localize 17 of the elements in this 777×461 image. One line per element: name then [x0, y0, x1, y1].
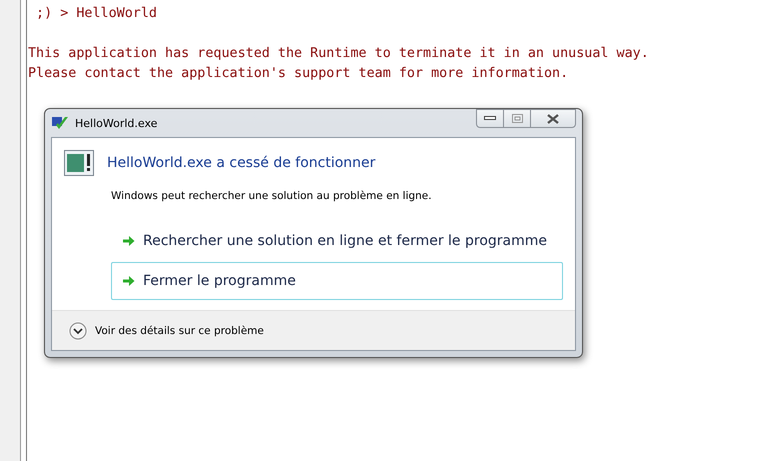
dialog-message: Windows peut rechercher une solution au problème en ligne. [111, 190, 433, 202]
app-icon [51, 115, 69, 131]
command-link[interactable]: Fermer le programme [111, 262, 563, 300]
command-link[interactable]: Rechercher une solution en ligne et fermer le programme [111, 222, 563, 260]
arrow-icon [122, 235, 135, 247]
program-window-icon [64, 150, 94, 176]
console-line: This application has requested the Runtime to terminate it in an unusual way. [28, 46, 649, 61]
close-icon [547, 114, 559, 124]
arrow-icon [122, 275, 135, 287]
maximize-icon [512, 114, 522, 123]
expand-chevron-icon[interactable] [69, 322, 87, 340]
console-line: Please contact the application's support team for more information. [28, 66, 568, 81]
dialog-heading: HelloWorld.exe a cessé de fonctionner [107, 155, 376, 171]
details-link[interactable]: Voir des détails sur ce problème [95, 324, 264, 336]
minimize-icon [484, 116, 496, 121]
console-line: ;) > HelloWorld [35, 6, 157, 21]
window-title: HelloWorld.exe [75, 116, 158, 130]
